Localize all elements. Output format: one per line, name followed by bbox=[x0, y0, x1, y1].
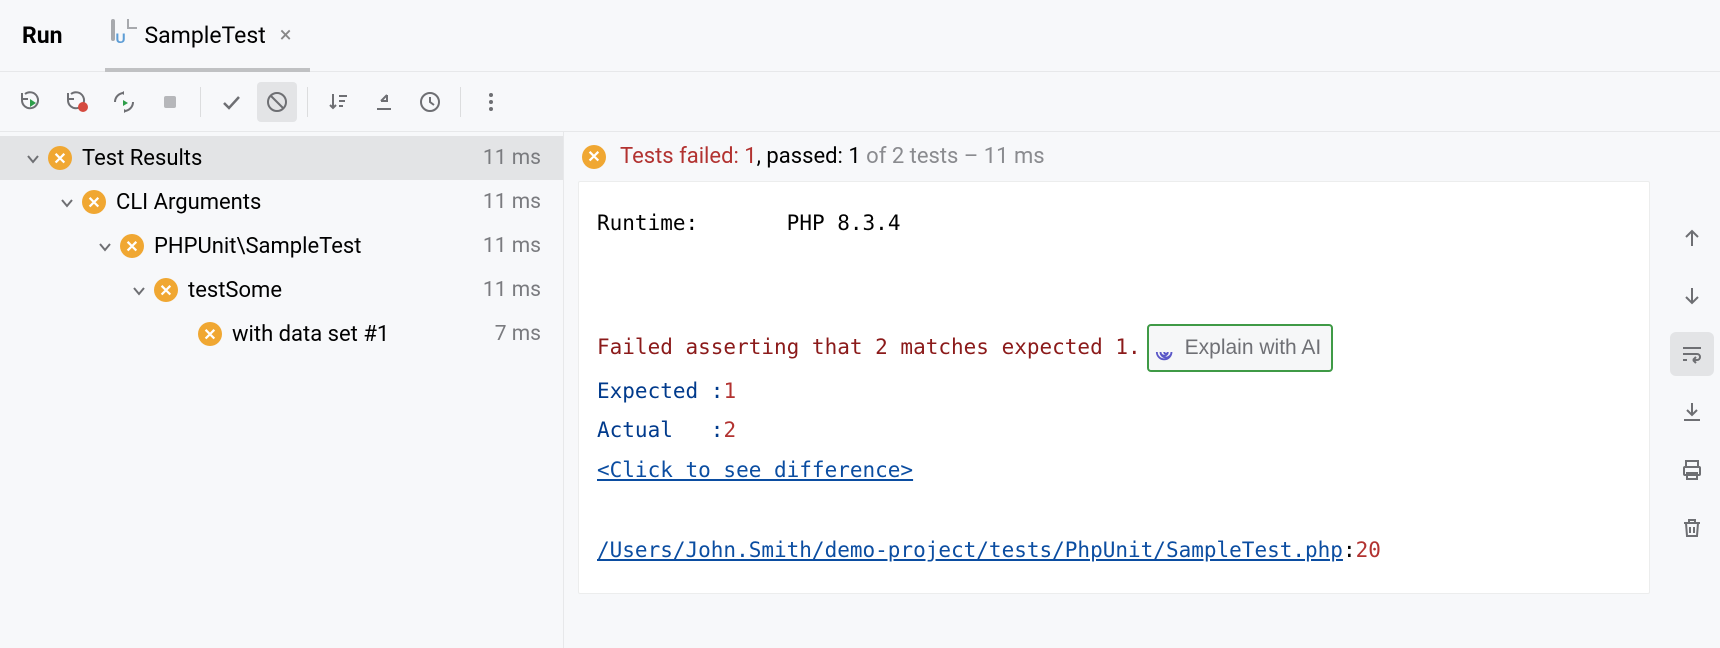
see-difference-link[interactable]: <Click to see difference> bbox=[597, 458, 913, 482]
soft-wrap-icon[interactable] bbox=[1670, 332, 1714, 376]
tree-label: PHPUnit\SampleTest bbox=[154, 234, 361, 259]
explain-with-ai-label: Explain with AI bbox=[1185, 328, 1322, 368]
fail-badge-icon: ✕ bbox=[48, 146, 72, 170]
fail-badge-icon: ✕ bbox=[154, 278, 178, 302]
actual-label: Actual : bbox=[597, 418, 723, 442]
assertion-error: Failed asserting that 2 matches expected… bbox=[597, 335, 1141, 359]
toolbar-separator bbox=[307, 87, 308, 117]
tree-time: 7 ms bbox=[495, 322, 541, 346]
run-tool-window-label: Run bbox=[22, 22, 63, 49]
rerun-icon[interactable] bbox=[12, 82, 52, 122]
sort-icon[interactable] bbox=[318, 82, 358, 122]
history-icon[interactable] bbox=[410, 82, 450, 122]
toolbar-separator bbox=[200, 87, 201, 117]
tree-label: Test Results bbox=[82, 146, 202, 171]
tree-label: testSome bbox=[188, 278, 282, 303]
summary-tail: of 2 tests – 11 ms bbox=[861, 144, 1045, 169]
summary-failed-label: Tests failed: bbox=[620, 144, 744, 169]
summary-failed-count: 1 bbox=[744, 144, 756, 169]
down-arrow-icon[interactable] bbox=[1670, 274, 1714, 318]
show-passed-icon[interactable] bbox=[211, 82, 251, 122]
spiral-icon bbox=[1155, 337, 1177, 359]
editor-tab[interactable]: U SampleTest × bbox=[105, 0, 310, 71]
stop-icon[interactable] bbox=[150, 82, 190, 122]
tree-root[interactable]: ✕ Test Results 11 ms bbox=[0, 136, 563, 180]
tree-time: 11 ms bbox=[483, 234, 541, 258]
tree-node[interactable]: ✕ testSome 11 ms bbox=[0, 268, 563, 312]
test-summary: ✕ Tests failed: 1, passed: 1 of 2 tests … bbox=[564, 132, 1664, 177]
fail-badge-icon: ✕ bbox=[582, 145, 606, 169]
fail-badge-icon: ✕ bbox=[198, 322, 222, 346]
top-tab-bar: Run U SampleTest × bbox=[0, 0, 1720, 72]
summary-passed-label: , passed: bbox=[757, 144, 849, 169]
tree-label: CLI Arguments bbox=[116, 190, 261, 215]
file-path-link[interactable]: /Users/John.Smith/demo-project/tests/Php… bbox=[597, 538, 1343, 562]
chevron-down-icon[interactable] bbox=[130, 281, 148, 299]
file-line-number: 20 bbox=[1356, 538, 1381, 562]
trash-icon[interactable] bbox=[1670, 506, 1714, 550]
close-tab-icon[interactable]: × bbox=[276, 23, 296, 48]
tree-node[interactable]: ✕ CLI Arguments 11 ms bbox=[0, 180, 563, 224]
tree-time: 11 ms bbox=[483, 146, 541, 170]
rerun-failed-icon[interactable] bbox=[58, 82, 98, 122]
fail-badge-icon: ✕ bbox=[82, 190, 106, 214]
tree-leaf[interactable]: ✕ with data set #1 7 ms bbox=[0, 312, 563, 356]
actual-value: 2 bbox=[723, 418, 736, 442]
chevron-down-icon[interactable] bbox=[58, 193, 76, 211]
runtime-value: PHP 8.3.4 bbox=[787, 211, 901, 235]
tab-title: SampleTest bbox=[145, 22, 266, 49]
expected-value: 1 bbox=[723, 379, 736, 403]
tree-node[interactable]: ✕ PHPUnit\SampleTest 11 ms bbox=[0, 224, 563, 268]
toolbar-separator bbox=[460, 87, 461, 117]
output-panel: ✕ Tests failed: 1, passed: 1 of 2 tests … bbox=[564, 132, 1720, 648]
show-ignored-icon[interactable] bbox=[257, 82, 297, 122]
fail-badge-icon: ✕ bbox=[120, 234, 144, 258]
export-icon[interactable] bbox=[1670, 390, 1714, 434]
tree-time: 11 ms bbox=[483, 190, 541, 214]
expected-label: Expected : bbox=[597, 379, 723, 403]
runtime-label: Runtime: bbox=[597, 211, 698, 235]
print-icon[interactable] bbox=[1670, 448, 1714, 492]
explain-with-ai-button[interactable]: Explain with AI bbox=[1147, 324, 1334, 372]
console-text[interactable]: Runtime: PHP 8.3.4 Failed asserting that… bbox=[578, 181, 1650, 594]
run-toolbar bbox=[0, 72, 1720, 132]
tree-time: 11 ms bbox=[483, 278, 541, 302]
expand-all-icon[interactable] bbox=[364, 82, 404, 122]
summary-passed-count: 1 bbox=[848, 144, 860, 169]
more-icon[interactable] bbox=[471, 82, 511, 122]
test-file-icon: U bbox=[111, 21, 135, 51]
chevron-down-icon[interactable] bbox=[96, 237, 114, 255]
console-output: ✕ Tests failed: 1, passed: 1 of 2 tests … bbox=[564, 132, 1664, 648]
test-tree: ✕ Test Results 11 ms ✕ CLI Arguments 11 … bbox=[0, 132, 564, 648]
chevron-down-icon[interactable] bbox=[24, 149, 42, 167]
toggle-auto-test-icon[interactable] bbox=[104, 82, 144, 122]
main-split: ✕ Test Results 11 ms ✕ CLI Arguments 11 … bbox=[0, 132, 1720, 648]
up-arrow-icon[interactable] bbox=[1670, 216, 1714, 260]
output-gutter bbox=[1664, 132, 1720, 648]
tree-label: with data set #1 bbox=[232, 322, 389, 347]
